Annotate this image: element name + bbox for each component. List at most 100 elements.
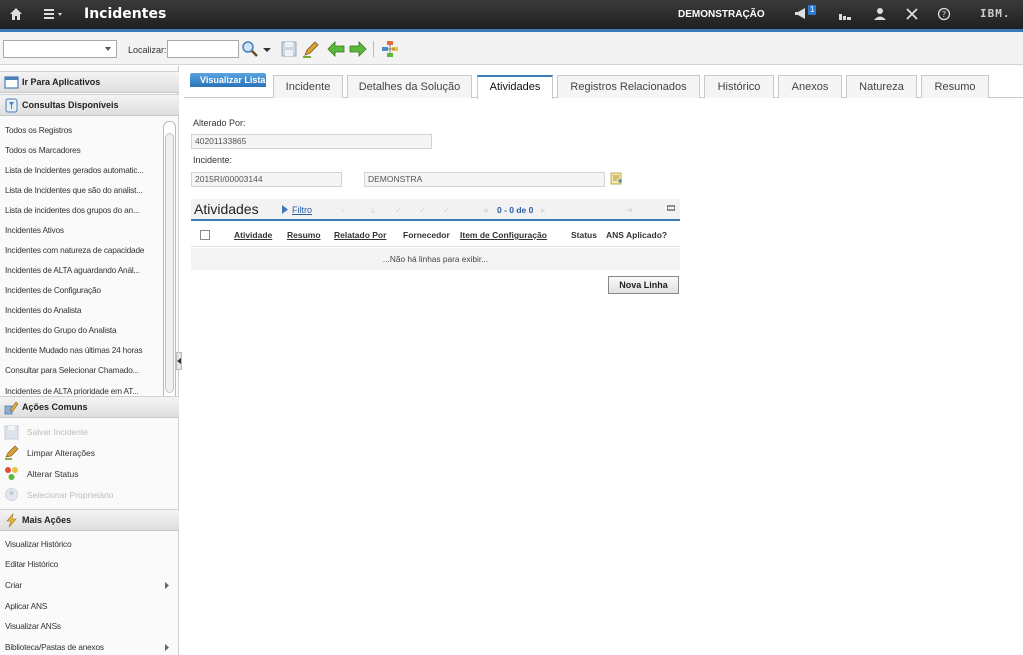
column-status[interactable]: Status (571, 230, 597, 240)
tab-list-view[interactable]: Visualizar Lista (190, 73, 266, 87)
previous-row-arrow-icon: ◂ (483, 205, 488, 215)
filter-toggle-icon[interactable] (281, 205, 289, 214)
new-row-button[interactable]: Nova Linha (608, 276, 679, 294)
clear-changes-action[interactable]: Limpar Alterações (27, 448, 95, 458)
more-action-item[interactable]: Editar Histórico (5, 559, 161, 569)
broadcast-icon[interactable] (794, 7, 808, 21)
incident-id-field[interactable]: 2015RI/00003144 (191, 172, 342, 187)
query-funnel-icon (5, 98, 18, 113)
export-icon: ⇥ (625, 205, 633, 215)
query-select[interactable] (3, 40, 117, 58)
changed-by-label: Alterado Por: (193, 118, 246, 128)
filter-link[interactable]: Filtro (292, 205, 312, 215)
collapse-table-icon[interactable] (667, 205, 675, 211)
queries-scrollbar[interactable] (163, 121, 176, 408)
user-icon[interactable] (873, 7, 887, 21)
find-input[interactable] (167, 40, 239, 58)
incident-description-field[interactable]: DEMONSTRA (364, 172, 605, 187)
common-actions-label: Ações Comuns (22, 402, 88, 412)
close-icon[interactable] (905, 7, 919, 21)
change-status-icon (5, 467, 18, 480)
toolbar-separator (373, 41, 374, 57)
queries-header-label: Consultas Disponíveis (22, 100, 119, 110)
tab-history[interactable]: Histórico (704, 75, 774, 98)
chevron-down-icon (105, 47, 111, 51)
help-icon[interactable]: ? (937, 7, 951, 21)
next-arrow-icon[interactable] (349, 40, 367, 58)
workflow-icon[interactable] (381, 40, 399, 58)
tab-nature[interactable]: Natureza (846, 75, 917, 98)
find-label: Localizar: (128, 45, 167, 55)
chevron-left-icon (177, 358, 181, 364)
more-action-item[interactable]: Visualizar ANSs (5, 621, 161, 631)
save-icon[interactable] (280, 40, 298, 58)
search-icon[interactable] (241, 40, 259, 58)
select-owner-action[interactable]: Selecionar Proprietário (27, 490, 113, 500)
more-action-item[interactable]: Visualizar Histórico (5, 539, 161, 549)
home-icon[interactable] (9, 7, 23, 21)
clear-changes-icon (5, 445, 19, 460)
menu-icon[interactable] (44, 8, 64, 21)
tab-related-records[interactable]: Registros Relacionados (557, 75, 700, 98)
queries-scrollbar-thumb[interactable] (165, 133, 174, 393)
column-supplier[interactable]: Fornecedor (403, 230, 450, 240)
goto-apps-label: Ir Para Aplicativos (22, 77, 101, 87)
query-item[interactable]: Incidentes do Grupo do Analista (5, 325, 161, 335)
chevron-right-icon (165, 582, 169, 589)
ibm-logo: IBM. (980, 7, 1011, 20)
query-item[interactable]: Incidentes de ALTA prioridade em AT... (5, 386, 161, 395)
toolbar: Localizar: (0, 32, 1023, 65)
common-actions-header[interactable]: Ações Comuns (0, 396, 179, 418)
reports-icon[interactable] (838, 7, 852, 21)
save-incident-action[interactable]: Salvar Incidente (27, 427, 88, 437)
application-window-icon (4, 76, 19, 89)
column-summary[interactable]: Resumo (287, 230, 321, 240)
query-item[interactable]: Incidentes do Analista (5, 305, 161, 315)
notification-badge: 1 (808, 5, 817, 15)
tab-incident[interactable]: Incidente (273, 75, 343, 98)
query-item[interactable]: Incidentes com natureza de capacidade (5, 245, 161, 255)
query-item[interactable]: Incidentes de ALTA aguardando Anál... (5, 265, 161, 275)
goto-apps-header[interactable]: Ir Para Aplicativos (0, 71, 179, 93)
more-actions-header[interactable]: Mais Ações (0, 509, 179, 531)
organization-label[interactable]: DEMONSTRAÇÃO (678, 9, 765, 20)
download-icon: ⇣ (369, 205, 377, 215)
query-item[interactable]: Incidentes de Configuração (5, 285, 161, 295)
query-item[interactable]: Consultar para Selecionar Chamado... (5, 365, 161, 375)
chevron-right-icon (165, 644, 169, 651)
lightning-icon (6, 513, 17, 528)
column-sla-applied[interactable]: ANS Aplicado? (606, 230, 667, 240)
query-item[interactable]: Todos os Registros (5, 125, 161, 135)
more-action-item[interactable]: Criar (5, 580, 161, 590)
top-bar: Incidentes DEMONSTRAÇÃO 1 ? IBM. (0, 0, 1023, 29)
activities-table-header: Atividades Filtro › ⇣ ✓ ✓ ✓ ◂ 0 - 0 de 0… (191, 199, 680, 221)
tab-solution-details[interactable]: Detalhes da Solução (347, 75, 472, 98)
column-activity[interactable]: Atividade (234, 230, 272, 240)
long-description-icon[interactable] (610, 172, 623, 185)
filter-arrow-icon: › (341, 205, 344, 215)
column-reported-by[interactable]: Relatado Por (334, 230, 386, 240)
search-options-icon[interactable] (262, 40, 272, 58)
query-item[interactable]: Incidente Mudado nas últimas 24 horas (5, 345, 161, 355)
more-action-item[interactable]: Aplicar ANS (5, 601, 161, 611)
changed-by-field[interactable]: 40201133865 (191, 134, 432, 149)
query-item[interactable]: Todos os Marcadores (5, 145, 161, 155)
svg-text:?: ? (942, 10, 946, 19)
query-item[interactable]: Lista de incidentes dos grupos do an... (5, 205, 161, 215)
queries-header[interactable]: Consultas Disponíveis (0, 94, 179, 116)
query-item[interactable]: Lista de Incidentes gerados automatic... (5, 165, 161, 175)
tab-attachments[interactable]: Anexos (778, 75, 842, 98)
previous-arrow-icon[interactable] (327, 40, 345, 58)
sidebar-collapse-handle[interactable] (176, 352, 182, 370)
column-configuration-item[interactable]: Item de Configuração (460, 230, 547, 240)
clear-changes-icon[interactable] (302, 40, 320, 58)
tab-activities[interactable]: Atividades (477, 75, 553, 99)
select-all-checkbox[interactable] (200, 230, 210, 240)
change-status-action[interactable]: Alterar Status (27, 469, 79, 479)
query-item[interactable]: Incidentes Ativos (5, 225, 161, 235)
prev-row-icon: ✓ (443, 205, 451, 215)
row-count: 0 - 0 de 0 (497, 205, 534, 215)
tab-summary[interactable]: Resumo (921, 75, 989, 98)
more-action-item[interactable]: Biblioteca/Pastas de anexos (5, 642, 161, 652)
query-item[interactable]: Lista de Incidentes que são do analist..… (5, 185, 161, 195)
